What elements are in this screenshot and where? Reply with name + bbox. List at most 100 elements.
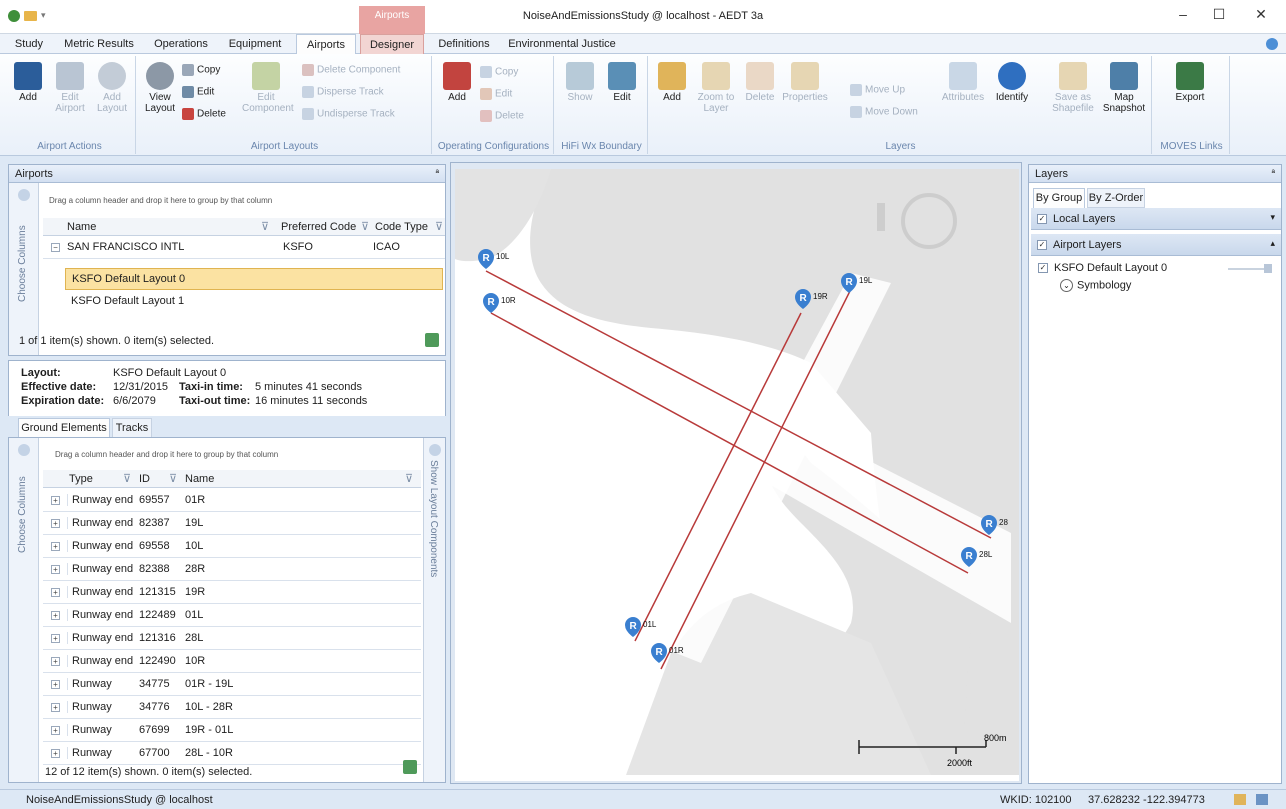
choose-columns-icon[interactable] [18, 444, 30, 456]
copy-layout-button[interactable]: Copy [182, 64, 220, 76]
ground-element-row[interactable]: + Runway 67700 28L - 10R [43, 742, 421, 765]
expand-icon[interactable]: + [51, 611, 60, 620]
ground-element-row[interactable]: + Runway end 121316 28L [43, 627, 421, 650]
ground-element-row[interactable]: + Runway end 82388 28R [43, 558, 421, 581]
expand-icon[interactable]: + [51, 634, 60, 643]
expand-icon[interactable] [429, 444, 441, 456]
layer-item[interactable]: ✓ KSFO Default Layout 0 [1038, 262, 1167, 274]
layer-transparency-thumb[interactable] [1264, 264, 1272, 273]
export-grid-icon[interactable] [425, 333, 439, 347]
col-preferred-code[interactable]: Preferred Code [281, 221, 356, 233]
save-shapefile-button[interactable]: Save as Shapefile [1048, 62, 1098, 114]
map-canvas[interactable]: 800m 2000ft R 10L R 10R R 19R R 19L R 28 R 28L R 01L R… [451, 163, 1023, 785]
ground-element-row[interactable]: + Runway end 69557 01R [43, 489, 421, 512]
zoom-to-layer-button[interactable]: Zoom to Layer [696, 62, 736, 114]
ground-element-row[interactable]: + Runway 34776 10L - 28R [43, 696, 421, 719]
edit-component-button[interactable]: Edit Component [242, 62, 294, 114]
tab-definitions[interactable]: Definitions [430, 34, 498, 54]
expand-icon[interactable]: + [51, 703, 60, 712]
tab-by-group[interactable]: By Group [1033, 188, 1085, 208]
edit-config-button[interactable]: Edit [480, 88, 512, 100]
expand-icon[interactable]: + [51, 519, 60, 528]
local-layers-header[interactable]: ✓ Local Layers ▾ [1031, 208, 1281, 230]
add-layout-button[interactable]: Add Layout [94, 62, 130, 114]
expand-icon[interactable]: + [51, 680, 60, 689]
move-up-button[interactable]: Move Up [850, 84, 905, 96]
delete-layer-button[interactable]: Delete [742, 62, 778, 103]
filter-icon[interactable]: ⊽ [261, 220, 269, 233]
table-view-icon[interactable] [1234, 794, 1246, 805]
show-layout-components-strip[interactable]: Show Layout Components [423, 438, 445, 782]
tab-ground-elements[interactable]: Ground Elements [18, 418, 110, 437]
choose-columns-strip[interactable]: Choose Columns [9, 438, 39, 782]
ground-element-row[interactable]: + Runway end 69558 10L [43, 535, 421, 558]
move-down-button[interactable]: Move Down [850, 106, 918, 118]
close-button[interactable]: ✕ [1246, 6, 1276, 26]
expand-icon[interactable]: + [51, 749, 60, 758]
choose-columns-icon[interactable] [18, 189, 30, 201]
delete-config-button[interactable]: Delete [480, 110, 524, 122]
filter-icon[interactable]: ⊽ [435, 220, 443, 233]
pin-icon[interactable]: ª [436, 168, 439, 178]
map-snapshot-button[interactable]: Map Snapshot [1100, 62, 1148, 114]
attributes-button[interactable]: Attributes [938, 62, 988, 103]
edit-layout-button[interactable]: Edit [182, 86, 214, 98]
ground-element-row[interactable]: + Runway end 122490 10R [43, 650, 421, 673]
export-button[interactable]: Export [1168, 62, 1212, 103]
airport-layers-checkbox[interactable]: ✓ [1037, 240, 1047, 251]
filter-icon[interactable]: ⊽ [123, 472, 131, 485]
export-grid-icon[interactable] [403, 760, 417, 774]
show-boundary-button[interactable]: Show [564, 62, 596, 103]
airport-layers-header[interactable]: ✓ Airport Layers ▴ [1031, 234, 1281, 256]
expand-icon[interactable]: + [51, 496, 60, 505]
layer-properties-button[interactable]: Properties [782, 62, 828, 103]
layout-view-icon[interactable] [1256, 794, 1268, 805]
tab-environmental-justice[interactable]: Environmental Justice [504, 34, 620, 54]
expand-icon[interactable]: + [51, 726, 60, 735]
ground-element-row[interactable]: + Runway 34775 01R - 19L [43, 673, 421, 696]
expand-icon[interactable]: + [51, 565, 60, 574]
chevron-up-icon[interactable]: ▴ [1270, 238, 1275, 249]
maximize-button[interactable]: ☐ [1204, 6, 1234, 26]
tab-designer[interactable]: Designer [360, 34, 424, 54]
expand-icon[interactable]: + [51, 657, 60, 666]
expand-circle-icon[interactable]: ⌄ [1060, 279, 1073, 292]
ground-element-row[interactable]: + Runway end 121315 19R [43, 581, 421, 604]
filter-icon[interactable]: ⊽ [361, 220, 369, 233]
tab-metric-results[interactable]: Metric Results [56, 34, 142, 54]
edit-airport-button[interactable]: Edit Airport [50, 62, 90, 114]
layer-item-checkbox[interactable]: ✓ [1038, 263, 1048, 274]
ground-element-row[interactable]: + Runway 67699 19R - 01L [43, 719, 421, 742]
ground-element-row[interactable]: + Runway end 82387 19L [43, 512, 421, 535]
tab-airports[interactable]: Airports [296, 34, 356, 54]
zoom-slider-icon[interactable] [877, 203, 885, 231]
help-icon[interactable] [1266, 38, 1278, 50]
col-id[interactable]: ID [139, 473, 150, 485]
collapse-icon[interactable]: − [51, 243, 60, 252]
delete-component-button[interactable]: Delete Component [302, 64, 400, 76]
chevron-down-icon[interactable]: ▾ [1270, 212, 1275, 223]
col-name[interactable]: Name [67, 221, 96, 233]
filter-icon[interactable]: ⊽ [405, 472, 413, 485]
pin-icon[interactable]: ª [1272, 168, 1275, 178]
view-layout-button[interactable]: View Layout [142, 62, 178, 114]
col-name[interactable]: Name [185, 473, 214, 485]
identify-button[interactable]: Identify [990, 62, 1034, 103]
layout-item-selected[interactable]: KSFO Default Layout 0 [65, 268, 443, 290]
tab-tracks[interactable]: Tracks [112, 418, 152, 437]
delete-layout-button[interactable]: Delete [182, 108, 226, 120]
tab-operations[interactable]: Operations [146, 34, 216, 54]
layout-item[interactable]: KSFO Default Layout 1 [65, 291, 443, 313]
map-view[interactable]: 800m 2000ft R 10L R 10R R 19R R 19L R 28 R 28L R 01L R… [450, 162, 1022, 784]
col-type[interactable]: Type [69, 473, 93, 485]
undisperse-track-button[interactable]: Undisperse Track [302, 108, 395, 120]
add-layer-button[interactable]: Add [654, 62, 690, 103]
copy-config-button[interactable]: Copy [480, 66, 518, 78]
minimize-button[interactable]: – [1168, 6, 1198, 26]
tab-equipment[interactable]: Equipment [222, 34, 288, 54]
add-airport-button[interactable]: Add [10, 62, 46, 103]
ground-element-row[interactable]: + Runway end 122489 01L [43, 604, 421, 627]
filter-icon[interactable]: ⊽ [169, 472, 177, 485]
add-config-button[interactable]: Add [440, 62, 474, 103]
airport-row[interactable]: − SAN FRANCISCO INTL KSFO ICAO [43, 237, 445, 259]
